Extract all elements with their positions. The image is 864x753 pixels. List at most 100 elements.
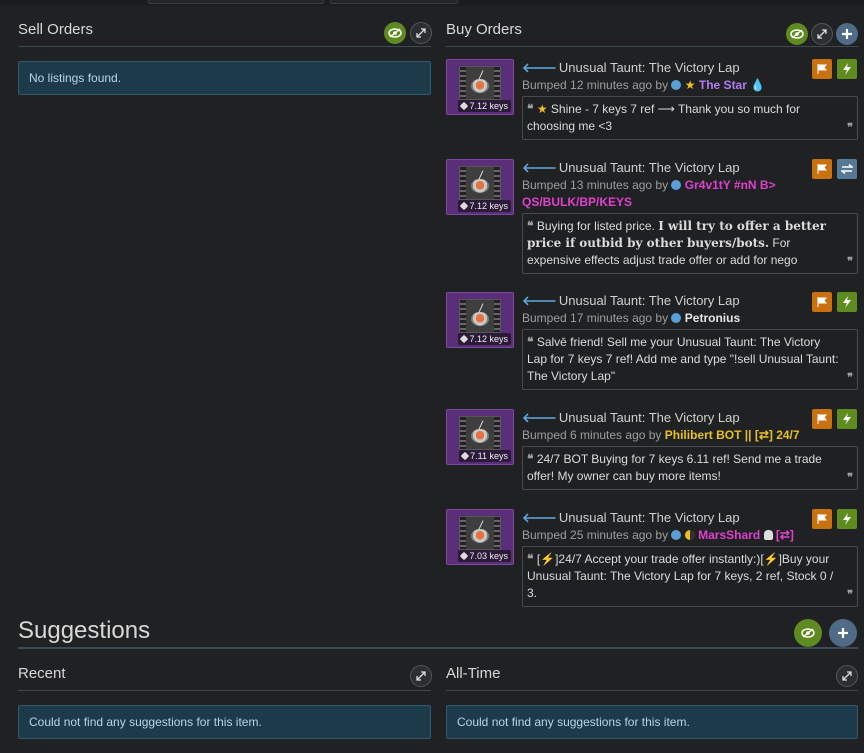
recent-empty-message: Could not find any suggestions for this … — [18, 705, 431, 739]
expand-button[interactable] — [811, 23, 833, 45]
eye-toggle-button[interactable] — [794, 619, 822, 647]
user-name[interactable]: The Star — [699, 78, 747, 92]
suggestions-title: Suggestions — [18, 617, 151, 644]
trade-button[interactable] — [837, 159, 857, 179]
status-dot-icon — [671, 80, 682, 90]
lightning-icon — [843, 413, 851, 425]
taunt-image — [459, 516, 501, 550]
expand-button[interactable] — [410, 665, 432, 687]
flag-button[interactable] — [812, 59, 832, 79]
user-name[interactable]: Petronius — [685, 311, 740, 325]
user-name[interactable]: Philibert BOT || [⇄] 24/7 — [665, 428, 800, 442]
penguin-icon — [763, 530, 773, 540]
tag-icon — [460, 101, 469, 111]
item-name[interactable]: Unusual Taunt: The Victory Lap — [559, 292, 740, 310]
status-dot-icon — [671, 180, 682, 190]
item-name[interactable]: Unusual Taunt: The Victory Lap — [559, 59, 740, 77]
star-icon: ★ — [536, 102, 548, 116]
eye-icon — [388, 28, 402, 38]
status-dot-icon — [671, 530, 682, 540]
instant-trade-button[interactable] — [837, 292, 857, 312]
order-message: ❝ Buying for listed price. I will try to… — [522, 213, 858, 274]
arrow-left-icon: 🡐 — [522, 410, 557, 425]
alltime-suggestions-panel: All-Time Could not find any suggestions … — [446, 662, 858, 739]
instant-trade-button[interactable] — [837, 59, 857, 79]
expand-icon — [416, 671, 426, 681]
flag-icon — [817, 164, 827, 174]
price-tag: 7.12 keys — [458, 100, 511, 112]
price-value: 7.11 keys — [470, 451, 508, 461]
add-suggestion-button[interactable] — [829, 619, 857, 647]
sell-orders-panel: Sell Orders No listings found. — [18, 18, 431, 95]
order-message: ❝ [⚡]24/7 Accept your trade offer instan… — [522, 546, 858, 607]
buy-order-item: 7.11 keys 🡐 Unusual Taunt: The Victory La… — [446, 409, 858, 497]
item-thumbnail[interactable]: 7.12 keys — [446, 159, 514, 215]
buy-order-item: 7.12 keys 🡐 Unusual Taunt: The Victory La… — [446, 292, 858, 396]
order-message: ❝ 24/7 BOT Buying for 7 keys 6.11 ref! S… — [522, 446, 858, 490]
expand-button[interactable] — [836, 665, 858, 687]
flag-icon — [817, 64, 827, 74]
add-listing-button[interactable] — [836, 23, 858, 45]
tag-icon — [460, 334, 469, 344]
divider — [18, 647, 858, 649]
price-value: 7.12 keys — [469, 201, 508, 211]
eye-toggle-button[interactable] — [384, 22, 406, 44]
buy-order-item: 7.12 keys 🡐 Unusual Taunt: The Victory La… — [446, 59, 858, 147]
flag-icon — [817, 414, 827, 424]
item-name[interactable]: Unusual Taunt: The Victory Lap — [559, 409, 740, 427]
expand-button[interactable] — [410, 22, 432, 44]
bumped-text: Bumped 13 minutes ago by — [522, 178, 669, 192]
tag-icon — [460, 451, 470, 461]
instant-trade-button[interactable] — [837, 509, 857, 529]
quote-open-icon: ❝ — [527, 552, 534, 566]
order-message: ❝ ★ Shine - 7 keys 7 ref ⟶ Thank you so … — [522, 96, 858, 140]
divider — [446, 46, 858, 47]
order-message: ❝ Salvē friend! Sell me your Unusual Tau… — [522, 329, 858, 390]
tag-icon — [460, 201, 469, 211]
message-text: [⚡]24/7 Accept your trade offer instantl… — [527, 552, 834, 600]
quote-close-icon: ❞ — [847, 372, 853, 384]
bumped-text: Bumped 17 minutes ago by — [522, 311, 669, 325]
recent-suggestions-panel: Recent Could not find any suggestions fo… — [18, 662, 431, 739]
item-thumbnail[interactable]: 7.12 keys — [446, 59, 514, 115]
quote-close-icon: ❞ — [847, 122, 853, 134]
item-thumbnail[interactable]: 7.11 keys — [446, 409, 514, 465]
user-name[interactable]: MarsShard — [698, 528, 760, 542]
flag-button[interactable] — [812, 509, 832, 529]
item-name[interactable]: Unusual Taunt: The Victory Lap — [559, 509, 740, 527]
exchange-icon — [841, 164, 853, 174]
plus-icon — [838, 628, 848, 638]
price-tag: 7.03 keys — [458, 550, 511, 562]
price-value: 7.03 keys — [469, 551, 508, 561]
item-thumbnail[interactable]: 7.03 keys — [446, 509, 514, 565]
instant-trade-button[interactable] — [837, 409, 857, 429]
expand-icon — [842, 671, 852, 681]
message-text: 24/7 BOT Buying for 7 keys 6.11 ref! Sen… — [527, 452, 822, 483]
divider — [18, 46, 431, 47]
item-thumbnail[interactable]: 7.12 keys — [446, 292, 514, 348]
droplet-icon: 💧 — [750, 78, 766, 92]
price-value: 7.12 keys — [469, 334, 508, 344]
flag-icon — [817, 297, 827, 307]
filter-field[interactable] — [330, 0, 458, 4]
lightning-icon — [843, 296, 851, 308]
tag-icon — [460, 551, 469, 561]
arrow-left-icon: 🡐 — [522, 160, 557, 175]
flag-button[interactable] — [812, 409, 832, 429]
buy-order-item: 7.03 keys 🡐 Unusual Taunt: The Victory La… — [446, 509, 858, 607]
flag-button[interactable] — [812, 292, 832, 312]
expand-icon — [416, 28, 426, 38]
user-tag: [⇄] — [775, 528, 794, 542]
flag-button[interactable] — [812, 159, 832, 179]
bumped-text: Bumped 6 minutes ago by — [522, 428, 662, 442]
item-name[interactable]: Unusual Taunt: The Victory Lap — [559, 159, 740, 177]
eye-toggle-button[interactable] — [786, 23, 808, 45]
taunt-image — [459, 416, 501, 450]
filter-field[interactable] — [148, 0, 324, 4]
eye-icon — [801, 628, 815, 638]
taunt-image — [459, 166, 501, 200]
quote-close-icon: ❞ — [847, 589, 853, 601]
taunt-image — [459, 66, 501, 100]
quote-close-icon: ❞ — [847, 256, 853, 268]
price-value: 7.12 keys — [469, 101, 508, 111]
